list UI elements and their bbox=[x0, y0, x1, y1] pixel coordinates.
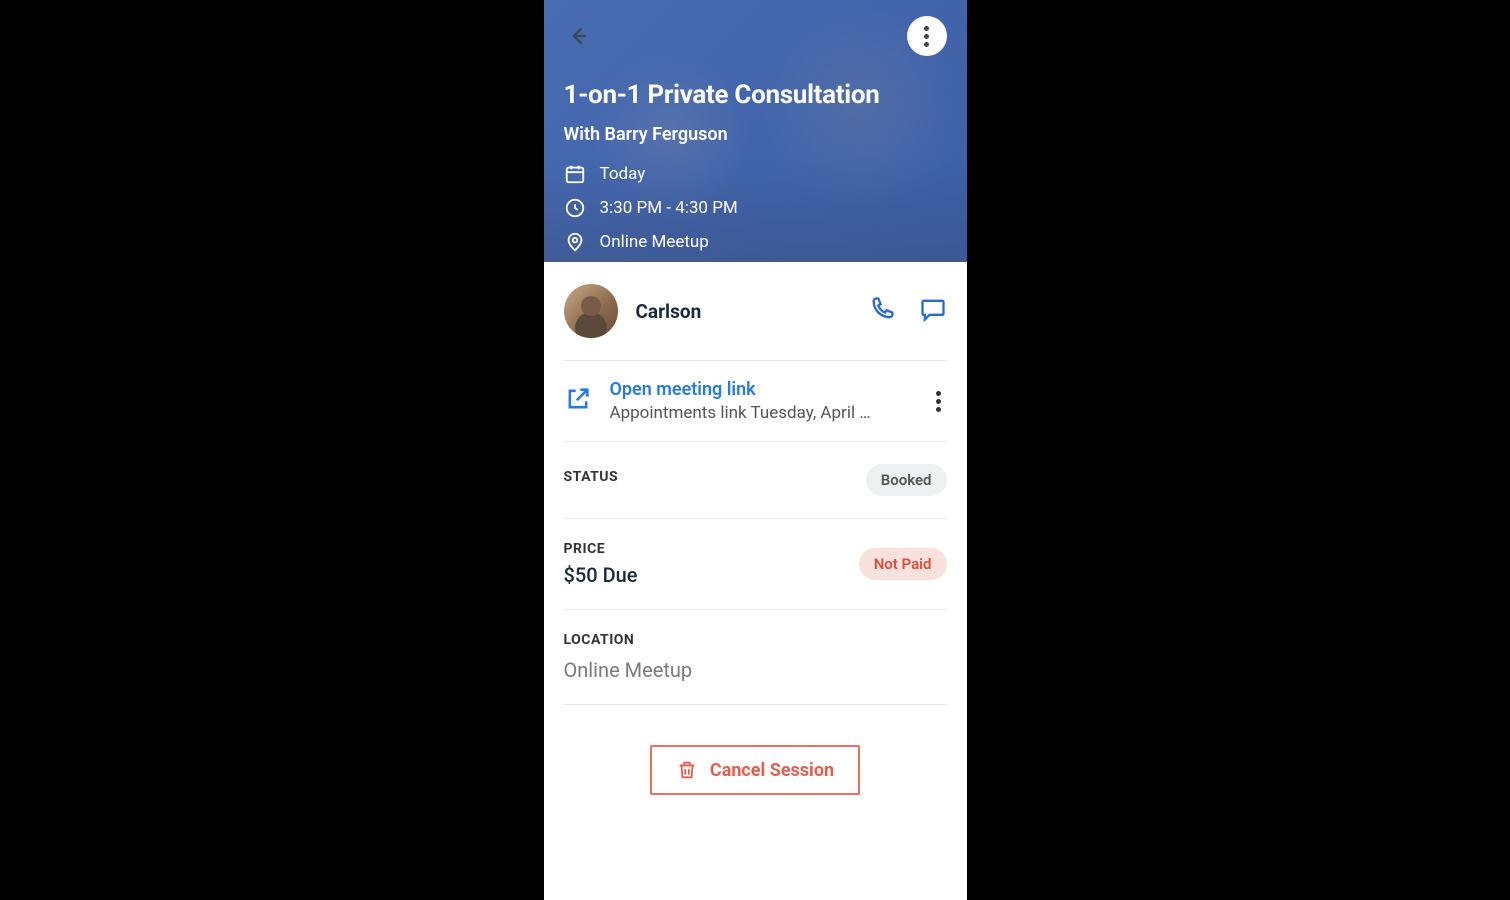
back-button[interactable] bbox=[564, 22, 592, 50]
session-date: Today bbox=[600, 164, 646, 184]
chat-icon bbox=[919, 295, 947, 323]
meeting-link-subtitle: Appointments link Tuesday, April … bbox=[610, 403, 912, 423]
session-location-row: Online Meetup bbox=[564, 231, 947, 253]
status-label: STATUS bbox=[564, 469, 619, 485]
client-avatar[interactable] bbox=[564, 284, 618, 338]
session-title: 1-on-1 Private Consultation bbox=[564, 80, 947, 110]
status-section: STATUS Booked bbox=[564, 442, 947, 519]
payment-status-badge: Not Paid bbox=[859, 548, 947, 580]
more-vertical-icon bbox=[936, 391, 941, 412]
price-label: PRICE bbox=[564, 541, 638, 557]
session-time: 3:30 PM - 4:30 PM bbox=[600, 198, 738, 218]
more-vertical-icon bbox=[924, 26, 929, 47]
calendar-icon bbox=[564, 163, 586, 185]
back-arrow-icon bbox=[566, 24, 590, 48]
session-location: Online Meetup bbox=[600, 232, 709, 252]
phone-icon bbox=[869, 295, 897, 323]
more-options-button[interactable] bbox=[907, 16, 947, 56]
location-value: Online Meetup bbox=[564, 658, 947, 682]
trash-icon bbox=[676, 759, 698, 781]
price-value: $50 Due bbox=[564, 563, 638, 587]
status-badge: Booked bbox=[866, 464, 947, 496]
clock-icon bbox=[564, 197, 586, 219]
meeting-link-more-button[interactable] bbox=[930, 385, 947, 418]
location-label: LOCATION bbox=[564, 632, 947, 648]
cancel-session-button[interactable]: Cancel Session bbox=[650, 745, 860, 795]
call-button[interactable] bbox=[869, 295, 897, 327]
cancel-session-label: Cancel Session bbox=[710, 760, 834, 781]
session-host: With Barry Ferguson bbox=[564, 124, 947, 145]
session-header: 1-on-1 Private Consultation With Barry F… bbox=[544, 0, 967, 262]
session-date-row: Today bbox=[564, 163, 947, 185]
client-row: Carlson bbox=[564, 262, 947, 361]
meeting-link-title: Open meeting link bbox=[610, 379, 912, 400]
session-time-row: 3:30 PM - 4:30 PM bbox=[564, 197, 947, 219]
client-name: Carlson bbox=[636, 300, 851, 323]
app-screen: 1-on-1 Private Consultation With Barry F… bbox=[544, 0, 967, 900]
chat-button[interactable] bbox=[919, 295, 947, 327]
location-pin-icon bbox=[564, 231, 586, 253]
price-section: PRICE $50 Due Not Paid bbox=[564, 519, 947, 610]
external-link-icon bbox=[564, 385, 592, 413]
location-section: LOCATION Online Meetup bbox=[564, 610, 947, 705]
meeting-link-row[interactable]: Open meeting link Appointments link Tues… bbox=[564, 361, 947, 442]
